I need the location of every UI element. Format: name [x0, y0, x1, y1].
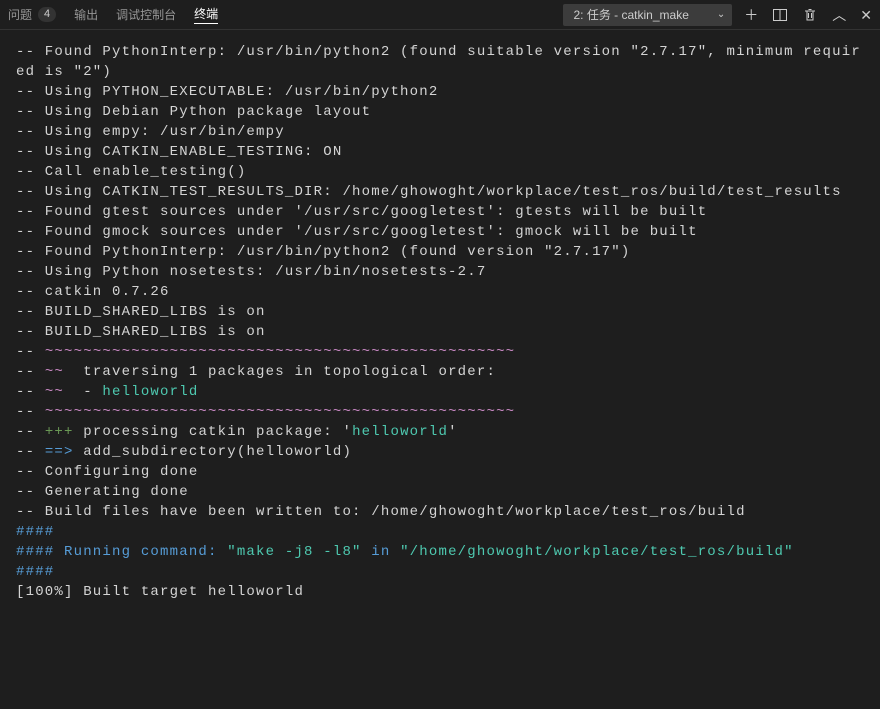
- terminal-line: -- Call enable_testing(): [16, 162, 864, 182]
- terminal-text-segment: helloworld: [102, 384, 198, 400]
- terminal-line: -- Using PYTHON_EXECUTABLE: /usr/bin/pyt…: [16, 82, 864, 102]
- terminal-text-segment: -- Call enable_testing(): [16, 164, 246, 180]
- terminal-text-segment: -- BUILD_SHARED_LIBS is on: [16, 324, 266, 340]
- terminal-line: -- Build files have been written to: /ho…: [16, 502, 864, 522]
- terminal-line: -- ==> add_subdirectory(helloworld): [16, 442, 864, 462]
- close-icon: ✕: [860, 7, 872, 23]
- terminal-text-segment: -- BUILD_SHARED_LIBS is on: [16, 304, 266, 320]
- terminal-text-segment: in: [362, 544, 400, 560]
- terminal-text-segment: "make -j8 -l8": [227, 544, 361, 560]
- terminal-output[interactable]: -- Found PythonInterp: /usr/bin/python2 …: [0, 30, 880, 614]
- terminal-text-segment: add_subdirectory(helloworld): [74, 444, 352, 460]
- tab-terminal-label: 终端: [194, 5, 218, 22]
- terminal-line: -- ~~ - helloworld: [16, 382, 864, 402]
- terminal-text-segment: ####: [16, 524, 54, 540]
- terminal-toolbar: ＋ ︿ ✕: [744, 7, 872, 23]
- terminal-text-segment: --: [16, 384, 45, 400]
- terminal-text-segment: -- Using Python nosetests: /usr/bin/nose…: [16, 264, 486, 280]
- terminal-text-segment: ==>: [45, 444, 74, 460]
- terminal-text-segment: -- Using CATKIN_TEST_RESULTS_DIR: /home/…: [16, 184, 842, 200]
- terminal-text-segment: --: [16, 344, 45, 360]
- new-terminal-button[interactable]: ＋: [744, 8, 758, 22]
- chevron-up-icon: ︿: [832, 7, 846, 23]
- terminal-text-segment: traversing 1 packages in topological ord…: [64, 364, 496, 380]
- terminal-text-segment: --: [16, 364, 45, 380]
- problems-badge: 4: [38, 7, 56, 22]
- terminal-line: -- Found PythonInterp: /usr/bin/python2 …: [16, 42, 864, 82]
- terminal-text-segment: "/home/ghowoght/workplace/test_ros/build…: [400, 544, 794, 560]
- close-panel-button[interactable]: ✕: [860, 8, 872, 22]
- chevron-down-icon: ⌄: [717, 9, 725, 20]
- terminal-text-segment: ': [448, 424, 458, 440]
- terminal-text-segment: --: [16, 424, 45, 440]
- terminal-line: -- Found gtest sources under '/usr/src/g…: [16, 202, 864, 222]
- terminal-text-segment: #### Running command:: [16, 544, 227, 560]
- terminal-text-segment: --: [16, 404, 45, 420]
- terminal-text-segment: -- Using empy: /usr/bin/empy: [16, 124, 285, 140]
- terminal-line: ####: [16, 562, 864, 582]
- terminal-text-segment: ####: [16, 564, 54, 580]
- terminal-text-segment: -: [64, 384, 102, 400]
- terminal-line: -- Using CATKIN_TEST_RESULTS_DIR: /home/…: [16, 182, 864, 202]
- terminal-line: ####: [16, 522, 864, 542]
- terminal-line: -- Configuring done: [16, 462, 864, 482]
- maximize-panel-button[interactable]: ︿: [832, 8, 846, 22]
- plus-icon: ＋: [744, 7, 758, 23]
- terminal-line: -- Using Python nosetests: /usr/bin/nose…: [16, 262, 864, 282]
- terminal-text-segment: ~~: [45, 384, 64, 400]
- tab-output-label: 输出: [74, 6, 98, 23]
- terminal-line: -- Using CATKIN_ENABLE_TESTING: ON: [16, 142, 864, 162]
- terminal-line: -- Found PythonInterp: /usr/bin/python2 …: [16, 242, 864, 262]
- terminal-text-segment: -- Build files have been written to: /ho…: [16, 504, 746, 520]
- tab-problems[interactable]: 问题 4: [8, 6, 56, 23]
- terminal-line: #### Running command: "make -j8 -l8" in …: [16, 542, 864, 562]
- terminal-line: -- ~~~~~~~~~~~~~~~~~~~~~~~~~~~~~~~~~~~~~…: [16, 402, 864, 422]
- trash-icon: [802, 7, 818, 23]
- terminal-line: -- Using Debian Python package layout: [16, 102, 864, 122]
- terminal-line: -- Generating done: [16, 482, 864, 502]
- tab-debug-console[interactable]: 调试控制台: [116, 6, 176, 23]
- terminal-text-segment: -- Found PythonInterp: /usr/bin/python2 …: [16, 44, 861, 80]
- terminal-text-segment: processing catkin package: ': [74, 424, 352, 440]
- terminal-text-segment: helloworld: [352, 424, 448, 440]
- terminal-line: -- catkin 0.7.26: [16, 282, 864, 302]
- tab-output[interactable]: 输出: [74, 6, 98, 23]
- terminal-line: -- Using empy: /usr/bin/empy: [16, 122, 864, 142]
- terminal-line: -- +++ processing catkin package: 'hello…: [16, 422, 864, 442]
- kill-terminal-button[interactable]: [802, 7, 818, 23]
- terminal-task-selector[interactable]: 2: 任务 - catkin_make ⌄: [563, 4, 733, 26]
- terminal-line: -- ~~~~~~~~~~~~~~~~~~~~~~~~~~~~~~~~~~~~~…: [16, 342, 864, 362]
- tab-problems-label: 问题: [8, 6, 32, 23]
- task-selector-label: 2: 任务 - catkin_make: [574, 6, 689, 23]
- terminal-text-segment: ~~~~~~~~~~~~~~~~~~~~~~~~~~~~~~~~~~~~~~~~…: [45, 404, 515, 420]
- terminal-line: -- Found gmock sources under '/usr/src/g…: [16, 222, 864, 242]
- split-terminal-button[interactable]: [772, 7, 788, 23]
- terminal-text-segment: -- Using PYTHON_EXECUTABLE: /usr/bin/pyt…: [16, 84, 438, 100]
- split-icon: [772, 7, 788, 23]
- terminal-text-segment: -- Found gmock sources under '/usr/src/g…: [16, 224, 698, 240]
- tab-terminal[interactable]: 终端: [194, 5, 218, 24]
- terminal-text-segment: ~~~~~~~~~~~~~~~~~~~~~~~~~~~~~~~~~~~~~~~~…: [45, 344, 515, 360]
- terminal-text-segment: -- Generating done: [16, 484, 189, 500]
- terminal-line: -- ~~ traversing 1 packages in topologic…: [16, 362, 864, 382]
- terminal-text-segment: -- Using CATKIN_ENABLE_TESTING: ON: [16, 144, 342, 160]
- terminal-line: -- BUILD_SHARED_LIBS is on: [16, 302, 864, 322]
- terminal-line: [100%] Built target helloworld: [16, 582, 864, 602]
- panel-header: 问题 4 输出 调试控制台 终端 2: 任务 - catkin_make ⌄ ＋: [0, 0, 880, 30]
- terminal-text-segment: -- Using Debian Python package layout: [16, 104, 371, 120]
- terminal-text-segment: --: [16, 444, 45, 460]
- terminal-line: -- BUILD_SHARED_LIBS is on: [16, 322, 864, 342]
- terminal-text-segment: +++: [45, 424, 74, 440]
- terminal-text-segment: ~~: [45, 364, 64, 380]
- terminal-text-segment: -- Configuring done: [16, 464, 198, 480]
- terminal-text-segment: [100%] Built target helloworld: [16, 584, 304, 600]
- terminal-text-segment: -- catkin 0.7.26: [16, 284, 170, 300]
- terminal-text-segment: -- Found gtest sources under '/usr/src/g…: [16, 204, 707, 220]
- tab-debug-console-label: 调试控制台: [116, 6, 176, 23]
- terminal-text-segment: -- Found PythonInterp: /usr/bin/python2 …: [16, 244, 631, 260]
- panel-tabs: 问题 4 输出 调试控制台 终端: [8, 5, 218, 24]
